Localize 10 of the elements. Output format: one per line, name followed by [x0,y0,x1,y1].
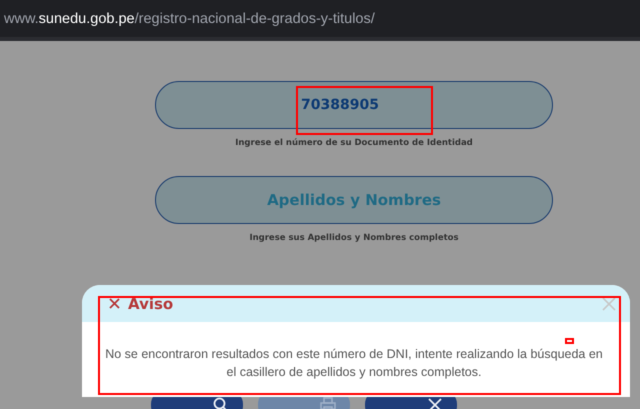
printer-icon [320,397,336,409]
field-hint: Ingrese el número de su Documento de Identidad [235,138,473,148]
dialog-title: Aviso [128,294,174,312]
close-icon [427,397,443,409]
cross-icon [109,298,120,309]
field-hint: Ingrese sus Apellidos y Nombres completos [249,233,459,243]
search-icon [213,397,229,409]
close-button[interactable] [602,296,616,310]
name-field[interactable]: Apellidos y Nombres [155,176,553,224]
dialog-message: No se encontraron resultados con este número de DNI, intente realizando la búsqueda en el casillero de apellidos y nombres completos. [104,346,604,381]
